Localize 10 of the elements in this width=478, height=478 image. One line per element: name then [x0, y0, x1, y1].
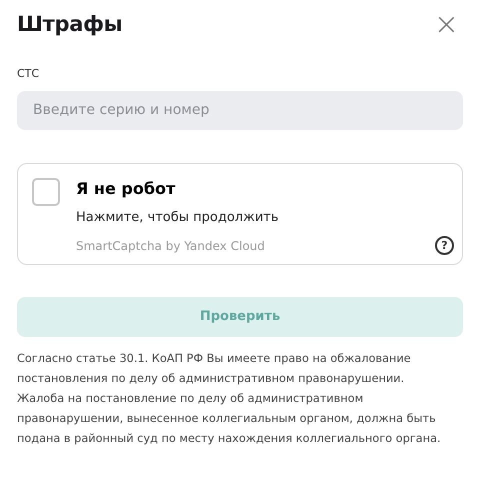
help-icon[interactable]: ?: [435, 236, 454, 254]
dialog-title: Штрафы: [17, 12, 122, 38]
close-button[interactable]: ×: [430, 10, 463, 40]
notice-text: Согласно статье 30.1. КоАП РФ Вы имеете право на обжалование постановления по делу об административном правонарушении. Жалоба на постановление по делу об административном правонарушении, вынесенное коллегиальным органом, должна быть подана в районный суд по месту нахождения коллегиального органа.: [17, 350, 442, 446]
captcha-title: Я не робот: [76, 178, 176, 200]
field-label: СТС: [17, 66, 40, 82]
input-field[interactable]: Введите серию и номер: [17, 90, 463, 130]
captcha-brand: SmartCaptcha by Yandex Cloud: [76, 238, 265, 255]
checkbox[interactable]: [32, 178, 60, 206]
captcha-subtitle: Нажмите, чтобы продолжить: [76, 208, 280, 226]
